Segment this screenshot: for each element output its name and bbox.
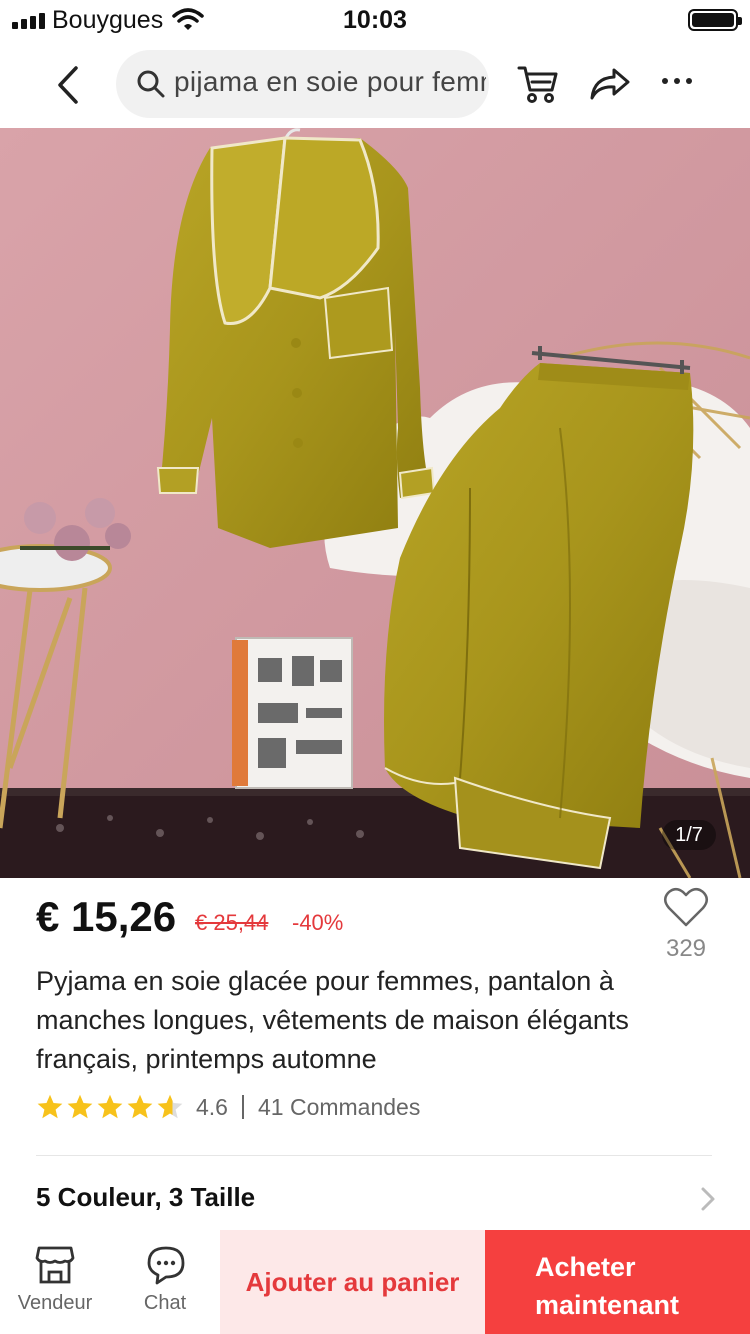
product-image[interactable]: 1/7	[0, 128, 750, 878]
search-input[interactable]: pijama en soie pour femme	[116, 50, 489, 118]
price: € 15,26	[36, 893, 177, 940]
share-button[interactable]	[588, 64, 632, 109]
star-icon	[97, 1094, 123, 1119]
nav-bar: pijama en soie pour femme	[0, 42, 750, 128]
more-icon	[662, 78, 668, 84]
search-icon	[137, 70, 165, 98]
rating-divider	[241, 1095, 244, 1119]
chat-icon	[147, 1246, 185, 1285]
rating-stars	[36, 1093, 184, 1121]
add-to-cart-button[interactable]: Ajouter au panier	[220, 1230, 485, 1334]
vendeur-label: Vendeur	[17, 1292, 93, 1314]
variant-summary: 5 Couleur, 3 Taille	[36, 1182, 256, 1212]
chevron-right-icon	[701, 1187, 715, 1211]
status-bar: Bouygues 10:03	[0, 0, 750, 42]
divider	[36, 1155, 712, 1156]
battery-icon	[688, 9, 742, 31]
chat-button[interactable]: Chat	[110, 1230, 220, 1334]
variant-selector[interactable]: 5 Couleur, 3 Taille	[36, 1182, 716, 1222]
cart-icon	[517, 66, 558, 103]
rating-row[interactable]: 4.6 41 Commandes	[36, 1092, 420, 1122]
discount-badge: -40%	[292, 910, 344, 935]
image-counter: 1/7	[662, 820, 716, 850]
rating-value: 4.6	[196, 1093, 228, 1120]
product-photo	[0, 128, 750, 878]
chat-label: Chat	[143, 1292, 187, 1314]
search-query: pijama en soie pour femme	[174, 66, 486, 97]
more-button[interactable]	[662, 78, 692, 84]
buy-now-label-line1: Acheter	[535, 1252, 636, 1282]
chevron-left-icon	[58, 66, 78, 104]
orders-count: 41 Commandes	[257, 1093, 421, 1120]
star-icon	[37, 1094, 63, 1119]
original-price: € 25,44	[195, 910, 269, 935]
cart-button[interactable]	[516, 62, 560, 111]
star-icon	[67, 1094, 93, 1119]
bottom-action-bar: Vendeur Chat Ajouter au panier Acheter m…	[0, 1230, 750, 1334]
star-icon	[127, 1094, 153, 1119]
buy-now-label-line2: maintenant	[535, 1290, 680, 1320]
buy-now-button[interactable]: Acheter maintenant	[485, 1230, 750, 1334]
share-icon	[590, 68, 630, 100]
clock: 10:03	[343, 6, 407, 34]
wishlist-count: 329	[665, 935, 707, 962]
store-icon	[35, 1246, 75, 1284]
heart-icon	[664, 888, 708, 927]
wishlist-button[interactable]	[660, 886, 712, 933]
back-button[interactable]	[48, 62, 88, 108]
vendeur-button[interactable]: Vendeur	[0, 1230, 110, 1334]
product-title: Pyjama en soie glacée pour femmes, panta…	[36, 966, 629, 1074]
star-half-icon	[157, 1094, 183, 1119]
